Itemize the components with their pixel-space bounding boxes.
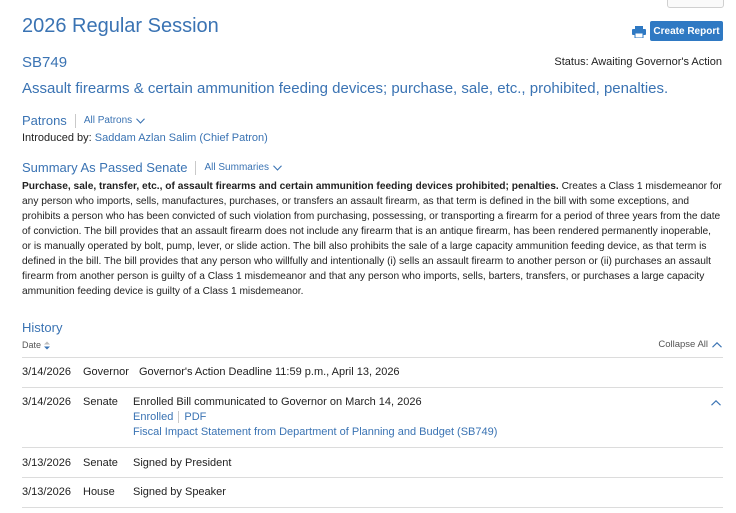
history-chamber: Senate (83, 396, 118, 408)
history-chamber: Governor (83, 366, 129, 378)
date-sort-header[interactable]: Date (22, 340, 51, 350)
chevron-up-icon (712, 341, 722, 348)
chevron-up-icon[interactable] (711, 400, 721, 406)
history-date: 3/14/2026 (22, 396, 71, 408)
date-column-label: Date (22, 340, 42, 350)
document-links: Enrolled PDF (133, 411, 206, 423)
divider (22, 507, 723, 508)
divider (22, 357, 723, 358)
divider (22, 477, 723, 478)
divider (195, 160, 197, 175)
chief-patron-link[interactable]: Saddam Azlan Salim (Chief Patron) (95, 132, 268, 144)
summary-text: Purchase, sale, transfer, etc., of assau… (22, 179, 722, 299)
sort-icon (44, 341, 51, 349)
divider (74, 113, 76, 128)
session-title: 2026 Regular Session (22, 15, 219, 37)
history-heading: History (22, 320, 63, 335)
bill-title: Assault firearms & certain ammunition fe… (22, 80, 669, 97)
summary-body: Creates a Class 1 misdemeanor for any pe… (22, 181, 722, 297)
fiscal-impact-link[interactable]: Fiscal Impact Statement from Department … (133, 426, 497, 438)
summary-heading: Summary As Passed Senate (22, 160, 188, 175)
all-patrons-label: All Patrons (83, 115, 133, 126)
print-icon[interactable] (632, 26, 646, 38)
all-summaries-dropdown[interactable]: All Summaries (204, 162, 282, 173)
patrons-header: Patrons All Patrons (22, 113, 146, 128)
chevron-down-icon (136, 117, 146, 124)
create-report-button[interactable]: Create Report (650, 21, 723, 41)
history-action: Signed by President (133, 457, 232, 469)
history-action: Signed by Speaker (133, 486, 226, 498)
enrolled-link[interactable]: Enrolled (133, 411, 173, 423)
divider (22, 447, 723, 448)
history-date: 3/13/2026 (22, 457, 71, 469)
collapse-all-button[interactable]: Collapse All (658, 339, 722, 350)
summary-header: Summary As Passed Senate All Summaries (22, 160, 282, 175)
patrons-heading: Patrons (22, 113, 67, 128)
history-date: 3/14/2026 (22, 366, 71, 378)
bill-status: Status: Awaiting Governor's Action (554, 56, 722, 68)
top-cutoff-button[interactable] (667, 0, 724, 8)
bill-id: SB749 (22, 54, 68, 71)
collapse-all-label: Collapse All (658, 339, 708, 350)
all-summaries-label: All Summaries (204, 162, 269, 173)
history-chamber: Senate (83, 457, 118, 469)
all-patrons-dropdown[interactable]: All Patrons (83, 115, 146, 126)
chevron-down-icon (273, 164, 282, 171)
summary-lead: Purchase, sale, transfer, etc., of assau… (22, 181, 559, 192)
history-row: 3/14/2026 Senate Enrolled Bill communica… (22, 396, 723, 444)
history-action: Enrolled Bill communicated to Governor o… (133, 396, 422, 408)
divider (22, 387, 723, 388)
introduced-by: Introduced by: Saddam Azlan Salim (Chief… (22, 132, 268, 144)
history-chamber: House (83, 486, 115, 498)
divider (178, 411, 180, 423)
history-date: 3/13/2026 (22, 486, 71, 498)
pdf-link[interactable]: PDF (184, 411, 206, 423)
history-action: Governor's Action Deadline 11:59 p.m., A… (139, 366, 400, 378)
introduced-label: Introduced by: (22, 132, 92, 144)
